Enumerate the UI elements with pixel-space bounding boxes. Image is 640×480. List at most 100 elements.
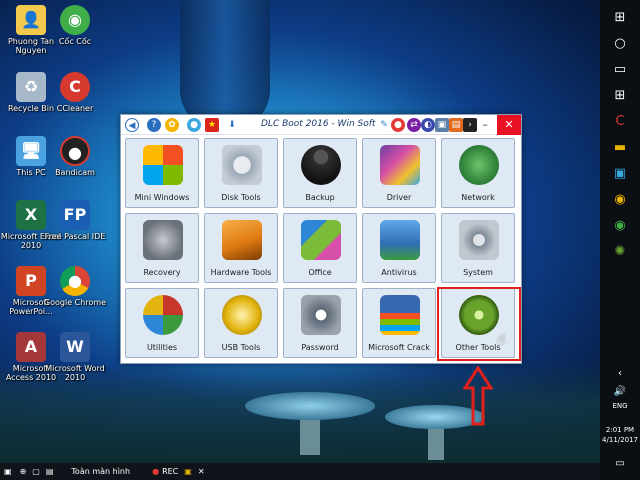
settings-flower-icon[interactable]: ✿ <box>165 118 179 132</box>
share-icon[interactable]: ⇄ <box>407 118 421 132</box>
tools-icon[interactable]: ▤ <box>449 118 463 132</box>
notification-icon[interactable]: ▭ <box>608 452 632 474</box>
mini-windows-icon <box>143 145 183 185</box>
back-icon[interactable]: ◀ <box>125 118 139 132</box>
excel-icon: X <box>16 200 46 230</box>
language-indicator[interactable]: ENG <box>600 402 640 411</box>
backup-icon <box>301 145 341 185</box>
tile-mini-windows[interactable]: Mini Windows <box>125 138 199 208</box>
tile-microsoft-crack[interactable]: Microsoft Crack <box>362 288 436 358</box>
tile-label: Microsoft Crack <box>368 343 430 352</box>
usb-tools-icon <box>222 295 262 335</box>
driver-icon <box>380 145 420 185</box>
desktop-icon-label: This PC <box>16 168 46 177</box>
rec-button[interactable]: REC <box>162 467 178 476</box>
coccoc-browser-icon: ◉ <box>60 5 90 35</box>
tile-label: Hardware Tools <box>210 268 272 277</box>
speaker-icon[interactable]: 🔊 <box>608 380 632 402</box>
tile-backup[interactable]: Backup <box>283 138 357 208</box>
tile-label: Utilities <box>146 343 178 352</box>
desktop-icon-word[interactable]: W Microsoft Word 2010 <box>43 332 107 382</box>
file-explorer-icon[interactable]: ▬ <box>608 136 632 158</box>
tile-label: Mini Windows <box>134 193 190 202</box>
close-icon[interactable]: ✕ <box>198 467 205 476</box>
office-icon <box>301 220 341 260</box>
desktop-icon-coc-coc[interactable]: ◉ Cốc Cốc <box>43 5 107 46</box>
tile-network[interactable]: Network <box>441 138 515 208</box>
tile-label: Driver <box>386 193 412 202</box>
tile-label: Antivirus <box>381 268 417 277</box>
microsoft-crack-icon <box>380 295 420 335</box>
tile-system[interactable]: System <box>441 213 515 283</box>
image-icon[interactable]: ▣ <box>435 118 449 132</box>
camera-icon[interactable]: ▣ <box>184 467 192 476</box>
desktop-icon-free-pascal[interactable]: FP Free Pascal IDE <box>43 200 107 241</box>
wallpaper-tree <box>180 0 270 130</box>
download-icon[interactable]: ⬇ <box>225 118 239 132</box>
folder-user-icon: 👤 <box>16 5 46 35</box>
chrome-taskbar-icon[interactable]: ◉ <box>608 188 632 210</box>
tile-antivirus[interactable]: Antivirus <box>362 213 436 283</box>
disk-tools-icon <box>222 145 262 185</box>
dlc-boot-taskbar-icon[interactable]: ✺ <box>608 240 632 262</box>
ccleaner-icon: C <box>60 72 90 102</box>
network-icon <box>459 145 499 185</box>
free-pascal-icon: FP <box>60 200 90 230</box>
vietnam-flag-icon[interactable]: ★ <box>205 118 219 132</box>
close-button[interactable]: ✕ <box>497 115 521 135</box>
pencil-icon[interactable]: ✎ <box>377 118 391 132</box>
crop-icon[interactable]: ▢ <box>32 467 40 476</box>
desktop-icon-bandicam[interactable]: ● Bandicam <box>43 136 107 177</box>
tile-recovery[interactable]: Recovery <box>125 213 199 283</box>
taskbar: ⊞ ○ ▭ ⊞ C ▬ ▣ ◉ ◉ ✺ ‹ 🔊 ENG 2:01 PM 4/11… <box>600 0 640 480</box>
hardware-tools-icon <box>222 220 262 260</box>
word-icon: W <box>60 332 90 362</box>
wallpaper-mushroom-stem <box>300 415 320 455</box>
wallpaper-mushroom <box>245 392 375 420</box>
task-view-icon[interactable]: ▭ <box>608 58 632 80</box>
tile-label: Backup <box>305 193 335 202</box>
target-icon[interactable]: ⊕ <box>20 467 27 476</box>
tile-label: Disk Tools <box>221 193 261 202</box>
desktop-icon-ccleaner[interactable]: C CCleaner <box>43 72 107 113</box>
window-titlebar[interactable]: ◀ ? ✿ ● ★ ⬇ DLC Boot 2016 - Win Soft ✎ ●… <box>121 115 521 135</box>
tile-hardware-tools[interactable]: Hardware Tools <box>204 213 278 283</box>
paint-icon[interactable]: ◐ <box>421 118 435 132</box>
tile-label: System <box>463 268 493 277</box>
coccoc-taskbar-icon[interactable]: ◉ <box>608 214 632 236</box>
tile-usb-tools[interactable]: USB Tools <box>204 288 278 358</box>
ccleaner-taskbar-icon[interactable]: C <box>608 110 632 132</box>
system-icon <box>459 220 499 260</box>
search-icon[interactable]: ○ <box>608 32 632 54</box>
window-title: DLC Boot 2016 - Win Soft <box>261 119 376 129</box>
tile-password[interactable]: Password <box>283 288 357 358</box>
tile-driver[interactable]: Driver <box>362 138 436 208</box>
chrome-icon: ● <box>60 266 90 296</box>
desktop-icon-label: Free Pascal IDE <box>44 232 106 241</box>
help-icon[interactable]: ? <box>147 118 161 132</box>
minimize-button[interactable]: – <box>473 115 497 135</box>
windows-app-icon[interactable]: ⊞ <box>608 84 632 106</box>
store-icon[interactable]: ▣ <box>608 162 632 184</box>
chat-icon[interactable]: ● <box>187 118 201 132</box>
tile-label: Network <box>461 193 495 202</box>
fullscreen-label[interactable]: Toàn màn hình <box>71 467 130 476</box>
clock-time[interactable]: 2:01 PM <box>600 426 640 435</box>
window-mode-icon[interactable]: ▣ <box>4 467 12 476</box>
tile-label: Recovery <box>143 268 181 277</box>
desktop-icon-chrome[interactable]: ● Google Chrome <box>43 266 107 307</box>
clock-date[interactable]: 4/11/2017 <box>600 436 640 445</box>
start-windows-icon[interactable]: ⊞ <box>608 6 632 28</box>
record-icon[interactable]: ● <box>391 118 405 132</box>
desktop-icon-label: CCleaner <box>56 104 94 113</box>
tile-utilities[interactable]: Utilities <box>125 288 199 358</box>
highlight-box <box>437 287 521 361</box>
powerpoint-icon: P <box>16 266 46 296</box>
hand-cursor-icon: ☝ <box>497 332 506 348</box>
rec-dot-icon: ● <box>152 467 160 476</box>
tile-office[interactable]: Office <box>283 213 357 283</box>
display-icon[interactable]: ▤ <box>46 467 54 476</box>
tile-disk-tools[interactable]: Disk Tools <box>204 138 278 208</box>
password-icon <box>301 295 341 335</box>
this-pc-icon: 🖥 <box>16 136 46 166</box>
